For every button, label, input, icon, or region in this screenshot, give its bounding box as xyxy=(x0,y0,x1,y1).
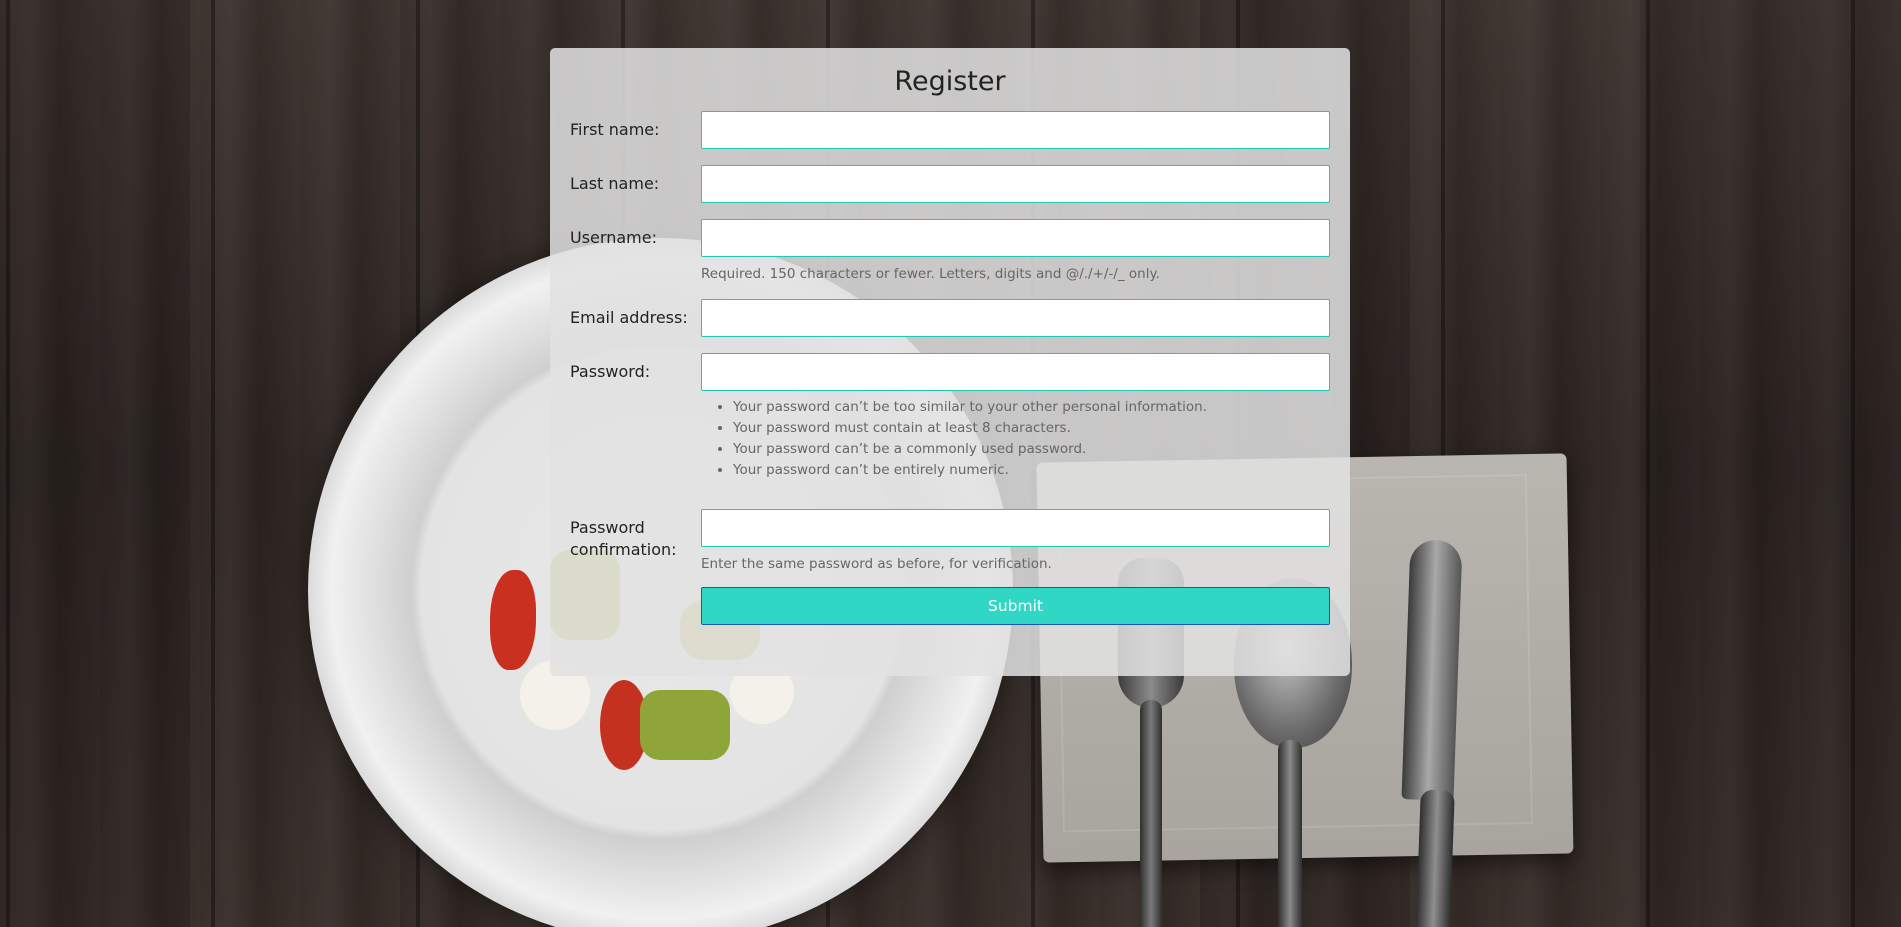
register-card: Register First name: Last name: Username… xyxy=(550,48,1350,676)
submit-spacer xyxy=(570,587,701,595)
tomato-shape xyxy=(490,570,536,670)
password-confirmation-field-wrap: Enter the same password as before, for v… xyxy=(701,509,1330,573)
username-field-wrap: Required. 150 characters or fewer. Lette… xyxy=(701,219,1330,283)
password-confirmation-input[interactable] xyxy=(701,509,1330,547)
list-item: Your password can’t be a commonly used p… xyxy=(733,439,1330,460)
fork-handle-image xyxy=(1140,700,1162,927)
email-input[interactable] xyxy=(701,299,1330,337)
last-name-field-wrap xyxy=(701,165,1330,203)
submit-button[interactable]: Submit xyxy=(701,587,1330,625)
password-label: Password: xyxy=(570,362,651,381)
submit-row: Submit xyxy=(570,587,1330,625)
password-confirmation-label-line1: Password xyxy=(570,518,645,537)
list-item: Your password must contain at least 8 ch… xyxy=(733,418,1330,439)
first-name-label: First name: xyxy=(570,120,660,139)
password-input[interactable] xyxy=(701,353,1330,391)
password-field-wrap: Your password can’t be too similar to yo… xyxy=(701,353,1330,481)
first-name-field-wrap xyxy=(701,111,1330,149)
list-item: Your password can’t be entirely numeric. xyxy=(733,460,1330,481)
password-confirmation-label: Password confirmation: xyxy=(570,509,701,561)
password-confirmation-row: Password confirmation: Enter the same pa… xyxy=(570,509,1330,573)
username-row: Username: Required. 150 characters or fe… xyxy=(570,219,1330,283)
vegetable-shape xyxy=(640,690,730,760)
first-name-input[interactable] xyxy=(701,111,1330,149)
submit-field-wrap: Submit xyxy=(701,587,1330,625)
password-confirmation-label-line2: confirmation: xyxy=(570,540,677,559)
last-name-row: Last name: xyxy=(570,165,1330,203)
wood-plank xyxy=(0,0,190,927)
knife-image xyxy=(1401,539,1463,801)
last-name-label: Last name: xyxy=(570,174,660,193)
password-help-list: Your password can’t be too similar to yo… xyxy=(701,397,1330,481)
wood-plank xyxy=(1640,0,1901,927)
password-confirmation-help-text: Enter the same password as before, for v… xyxy=(701,556,1052,572)
email-field-wrap xyxy=(701,299,1330,337)
knife-handle-image xyxy=(1415,789,1455,927)
username-help-text: Required. 150 characters or fewer. Lette… xyxy=(701,266,1160,282)
list-item: Your password can’t be too similar to yo… xyxy=(733,397,1330,418)
first-name-row: First name: xyxy=(570,111,1330,149)
email-label: Email address: xyxy=(570,308,688,327)
username-input[interactable] xyxy=(701,219,1330,257)
password-row: Password: Your password can’t be too sim… xyxy=(570,353,1330,481)
last-name-input[interactable] xyxy=(701,165,1330,203)
page-title: Register xyxy=(894,66,1006,97)
spoon-handle-image xyxy=(1278,740,1302,927)
email-row: Email address: xyxy=(570,299,1330,337)
username-label: Username: xyxy=(570,228,657,247)
